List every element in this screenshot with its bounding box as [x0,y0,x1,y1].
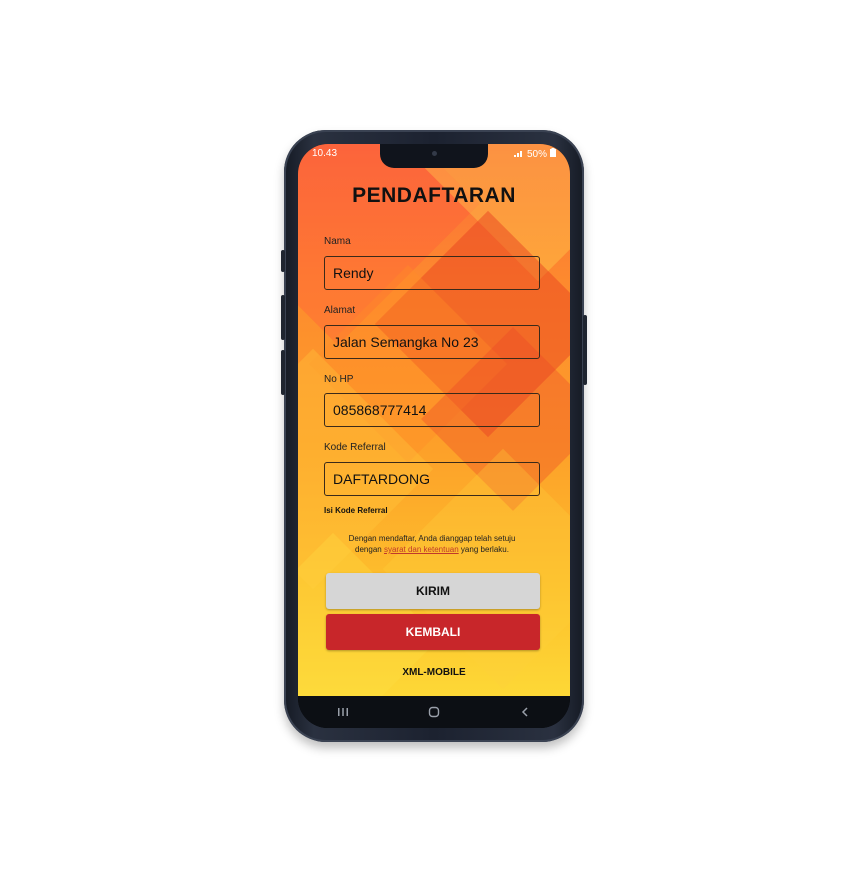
battery-icon [550,148,556,160]
phone-side-button [281,250,285,272]
kode-referral-input[interactable]: DAFTARDONG [324,462,540,496]
terms-line-1: Dengan mendaftar, Anda dianggap telah se… [348,534,516,543]
status-time: 10.43 [312,148,338,159]
camera-notch [380,144,488,168]
camera-icon [432,151,437,156]
registration-form: PENDAFTARAN Nama Rendy Alamat Jalan Sema… [298,144,570,696]
phone-side-button [583,315,587,385]
phone-side-button [281,295,285,340]
battery-percent: 50% [526,148,547,160]
alamat-label: Alamat [324,305,356,316]
nama-label: Nama [324,236,351,247]
no-hp-label: No HP [324,374,354,385]
terms-suffix: yang berlaku. [460,545,509,554]
brand-footer: XML-MOBILE [402,667,466,678]
terms-line-2: dengan syarat dan ketentuan yang berlaku… [324,544,540,555]
phone-screen: 10.43 50% PENDAFTARAN Nama Rendy Alamat … [298,144,570,728]
alamat-input[interactable]: Jalan Semangka No 23 [324,325,540,359]
status-indicators: 50% [513,148,556,160]
nama-input[interactable]: Rendy [324,256,540,290]
kirim-button[interactable]: KIRIM [326,573,540,609]
home-icon[interactable] [414,700,454,724]
back-icon[interactable] [505,700,545,724]
terms-prefix: dengan [355,545,382,554]
terms-text: Dengan mendaftar, Anda dianggap telah se… [324,533,540,555]
no-hp-input[interactable]: 085868777414 [324,393,540,427]
android-navbar [298,696,570,728]
page-title: PENDAFTARAN [352,184,516,207]
signal-icon [513,149,524,160]
phone-side-button [281,350,285,395]
terms-link[interactable]: syarat dan ketentuan [384,545,459,554]
kembali-button[interactable]: KEMBALI [326,614,540,650]
referral-hint: Isi Kode Referral [324,506,388,515]
recents-icon[interactable] [323,700,363,724]
kode-referral-label: Kode Referral [324,442,386,453]
